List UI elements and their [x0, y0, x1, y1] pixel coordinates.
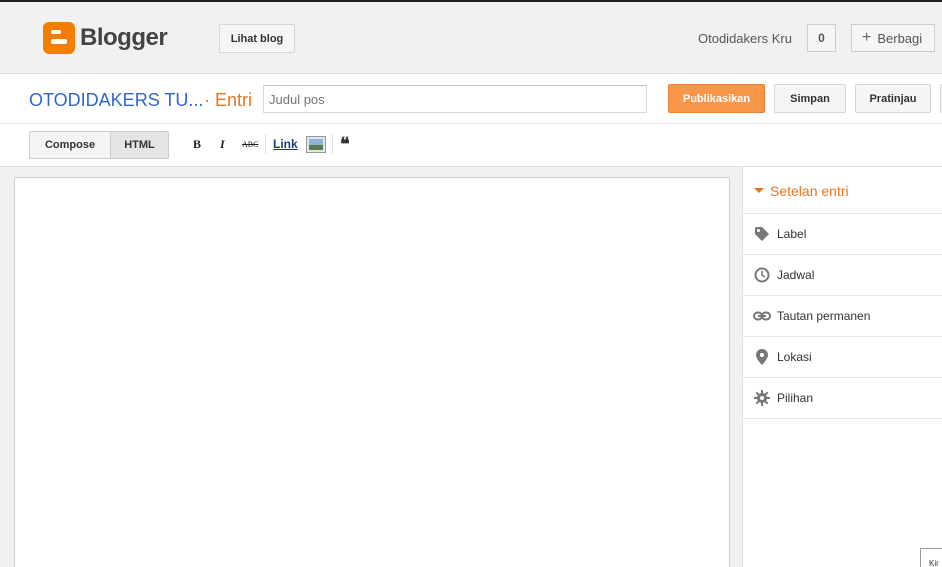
sidebar-item-schedule-text: Jadwal [777, 268, 815, 282]
toolbar-divider [332, 134, 333, 154]
strikethrough-button[interactable]: ABC [242, 140, 258, 149]
sidebar-item-schedule[interactable]: Jadwal [743, 255, 942, 296]
gear-icon [743, 390, 777, 406]
sidebar-item-location-text: Lokasi [777, 350, 812, 364]
bold-button[interactable]: B [193, 137, 201, 152]
post-title-input[interactable] [263, 85, 647, 113]
sidebar-item-permalink[interactable]: Tautan permanen [743, 296, 942, 337]
share-label: Berbagi [877, 30, 923, 46]
username[interactable]: Otodidakers Kru [698, 31, 792, 46]
sidebar-item-options[interactable]: Pilihan [743, 378, 942, 419]
sidebar-item-label[interactable]: Label [743, 214, 942, 255]
clock-icon [743, 267, 777, 283]
corner-feedback-button[interactable]: Kir [920, 548, 942, 567]
notification-count[interactable]: 0 [807, 24, 836, 52]
italic-button[interactable]: I [220, 137, 225, 152]
location-pin-icon [743, 349, 777, 365]
sidebar-item-location[interactable]: Lokasi [743, 337, 942, 378]
blogger-logo[interactable]: Blogger [43, 22, 168, 54]
editor-toolbar: Compose HTML B I ABC Link ❝ [0, 124, 942, 167]
share-button[interactable]: + Berbagi [851, 24, 935, 52]
toolbar-divider [265, 134, 266, 154]
logo-text: Blogger [80, 24, 168, 51]
link-icon [743, 310, 777, 322]
quote-button[interactable]: ❝ [340, 134, 350, 155]
publish-button[interactable]: Publikasikan [668, 84, 765, 113]
insert-image-icon[interactable] [306, 136, 326, 153]
html-editor-textarea[interactable] [14, 177, 730, 567]
link-button[interactable]: Link [273, 137, 298, 151]
tag-icon [743, 226, 777, 242]
preview-button[interactable]: Pratinjau [855, 84, 931, 113]
blog-name[interactable]: OTODIDAKERS TU... [29, 90, 203, 111]
post-settings-header[interactable]: Setelan entri [743, 167, 942, 214]
post-title-row: OTODIDAKERS TU... · Entri Publikasikan S… [0, 74, 942, 124]
caret-down-icon [754, 188, 764, 193]
top-bar: Blogger Lihat blog Otodidakers Kru 0 + B… [0, 0, 942, 74]
save-button[interactable]: Simpan [774, 84, 846, 113]
post-settings-heading: Setelan entri [770, 183, 849, 199]
sidebar-item-permalink-text: Tautan permanen [777, 309, 871, 323]
plus-icon: + [862, 29, 872, 46]
sidebar-item-options-text: Pilihan [777, 391, 814, 405]
sidebar-item-label-text: Label [777, 227, 807, 241]
entry-label: · Entri [204, 90, 253, 110]
html-mode-button[interactable]: HTML [110, 131, 169, 159]
compose-mode-button[interactable]: Compose [29, 131, 111, 159]
blogger-logo-icon [43, 22, 75, 54]
post-settings-sidebar: Setelan entri Label Jadwal Tautan perman… [742, 167, 942, 567]
view-blog-button[interactable]: Lihat blog [219, 24, 295, 53]
